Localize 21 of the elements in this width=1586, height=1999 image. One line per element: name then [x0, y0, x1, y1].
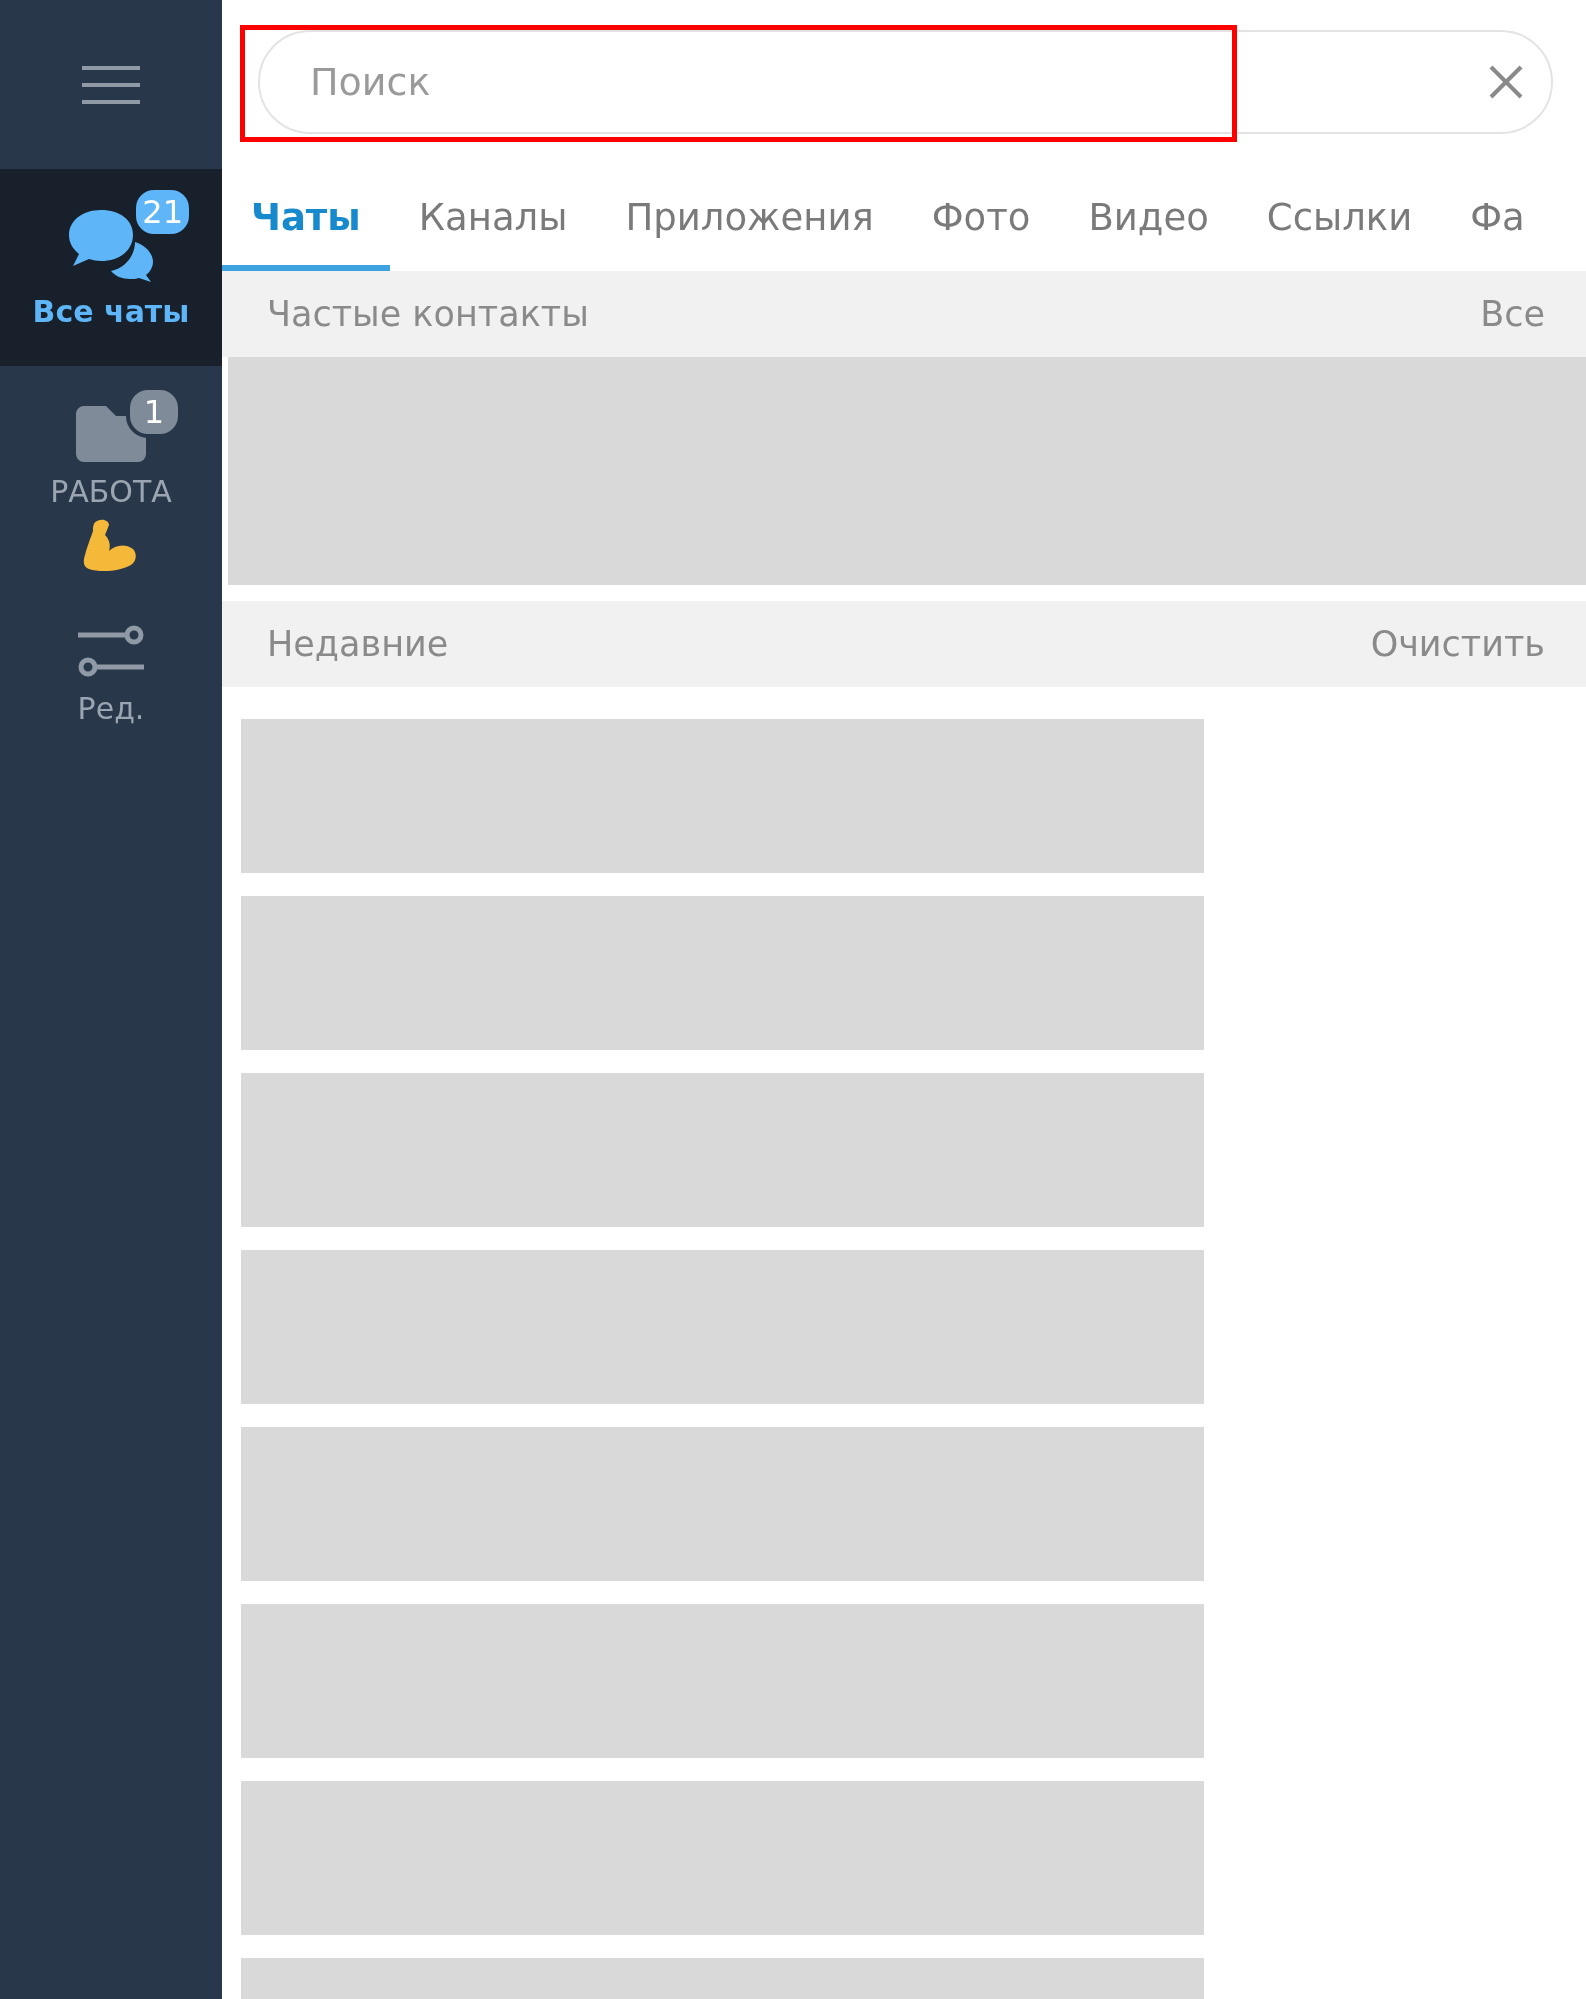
- show-all-link[interactable]: Все: [1480, 294, 1545, 334]
- folder-icon: [76, 406, 146, 462]
- tab[interactable]: Ссылки: [1237, 169, 1442, 271]
- tab[interactable]: Каналы: [389, 169, 597, 271]
- search-field[interactable]: Поиск: [258, 30, 1553, 134]
- folder-tab[interactable]: 1 РАБОТА: [0, 366, 222, 583]
- section-title: Частые контакты: [267, 294, 589, 334]
- folder-label: Ред.: [77, 691, 145, 726]
- menu-icon[interactable]: [82, 64, 140, 105]
- tab[interactable]: Видео: [1059, 169, 1238, 271]
- folder-label: Все чаты: [32, 294, 190, 329]
- sliders-icon: [76, 623, 146, 679]
- clear-link[interactable]: Очистить: [1370, 624, 1545, 664]
- folder-tab[interactable]: 21 Все чаты: [0, 169, 222, 366]
- tab[interactable]: Фа: [1441, 169, 1554, 271]
- tab[interactable]: Приложения: [596, 169, 903, 271]
- folder-tab[interactable]: Ред.: [0, 583, 222, 736]
- section-title: Недавние: [267, 624, 449, 664]
- close-icon[interactable]: [1489, 65, 1523, 99]
- folder-label: РАБОТА: [50, 474, 172, 509]
- tab[interactable]: Фото: [902, 169, 1060, 271]
